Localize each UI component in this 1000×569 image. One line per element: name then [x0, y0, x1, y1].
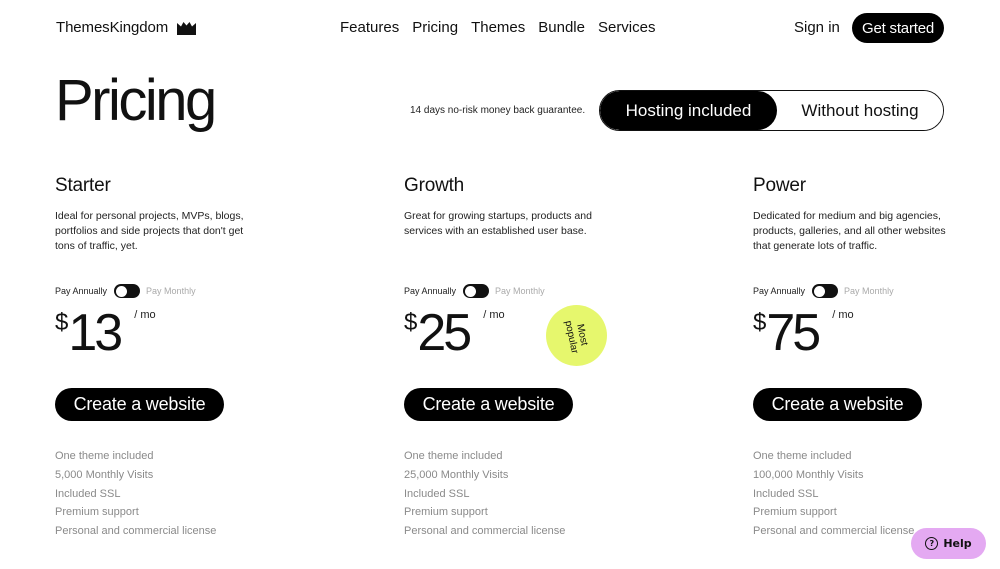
- feature-item: Included SSL: [55, 487, 121, 500]
- pay-monthly-label[interactable]: Pay Monthly: [146, 286, 196, 296]
- plan-card-growth: Growth Great for growing startups, produ…: [404, 175, 664, 537]
- price-period: / mo: [134, 309, 156, 321]
- get-started-button[interactable]: Get started: [852, 13, 944, 43]
- brand-logo[interactable]: ThemesKingdom: [56, 19, 197, 36]
- price-period: / mo: [832, 309, 854, 321]
- page-title: Pricing: [55, 68, 217, 133]
- feature-item: Premium support: [404, 506, 488, 519]
- switch-knob: [813, 285, 825, 297]
- nav-themes[interactable]: Themes: [471, 19, 525, 36]
- feature-item: Personal and commercial license: [55, 525, 217, 538]
- hosting-toggle: Hosting included Without hosting: [599, 90, 944, 131]
- plan-description: Great for growing startups, products and…: [404, 210, 592, 237]
- price: $ 25 / mo: [404, 305, 505, 361]
- currency-symbol: $: [753, 309, 767, 336]
- plan-description: Dedicated for medium and big agencies, p…: [753, 210, 946, 252]
- price-amount: 25: [417, 304, 472, 362]
- feature-item: Premium support: [55, 506, 139, 519]
- price: $ 75 / mo: [753, 305, 854, 361]
- price: $ 13 / mo: [55, 305, 156, 361]
- nav-services[interactable]: Services: [598, 19, 656, 36]
- plan-name: Growth: [404, 175, 465, 196]
- help-label: Help: [943, 537, 972, 550]
- currency-symbol: $: [55, 309, 69, 336]
- feature-item: 25,000 Monthly Visits: [404, 468, 509, 481]
- pay-monthly-label[interactable]: Pay Monthly: [495, 286, 545, 296]
- feature-item: Premium support: [753, 506, 837, 519]
- billing-toggle: Pay Annually Pay Monthly: [753, 284, 894, 298]
- plan-name: Power: [753, 175, 806, 196]
- create-website-button[interactable]: Create a website: [404, 388, 573, 421]
- billing-switch[interactable]: [812, 284, 839, 298]
- without-hosting-option[interactable]: Without hosting: [777, 91, 943, 130]
- create-website-button[interactable]: Create a website: [753, 388, 922, 421]
- pay-annually-label[interactable]: Pay Annually: [753, 286, 805, 296]
- hosting-included-option[interactable]: Hosting included: [600, 91, 777, 130]
- pay-annually-label[interactable]: Pay Annually: [55, 286, 107, 296]
- guarantee-text: 14 days no-risk money back guarantee.: [410, 105, 586, 116]
- pay-annually-label[interactable]: Pay Annually: [404, 286, 456, 296]
- question-circle-icon: ?: [925, 537, 939, 550]
- plan-name: Starter: [55, 175, 111, 196]
- sign-in-link[interactable]: Sign in: [794, 19, 840, 36]
- feature-item: Included SSL: [404, 487, 470, 500]
- feature-item: Included SSL: [753, 487, 819, 500]
- billing-toggle: Pay Annually Pay Monthly: [404, 284, 545, 298]
- billing-switch[interactable]: [463, 284, 490, 298]
- feature-item: One theme included: [404, 450, 503, 462]
- most-popular-badge: Most popular: [546, 305, 607, 366]
- help-button[interactable]: ? Help: [911, 528, 986, 559]
- price-amount: 75: [766, 304, 821, 362]
- feature-item: Personal and commercial license: [753, 525, 915, 538]
- nav-features[interactable]: Features: [340, 19, 399, 36]
- nav-pricing[interactable]: Pricing: [412, 19, 458, 36]
- main-nav: Features Pricing Themes Bundle Services: [340, 19, 656, 36]
- plan-card-starter: Starter Ideal for personal projects, MVP…: [55, 175, 315, 537]
- switch-knob: [464, 285, 476, 297]
- brand-name: ThemesKingdom: [56, 19, 169, 36]
- feature-item: 5,000 Monthly Visits: [55, 468, 154, 481]
- feature-list: One theme included 100,000 Monthly Visit…: [753, 447, 914, 541]
- price-period: / mo: [483, 309, 505, 321]
- badge-label: Most popular: [562, 319, 590, 355]
- plan-card-power: Power Dedicated for medium and big agenc…: [753, 175, 1000, 537]
- switch-knob: [115, 285, 127, 297]
- billing-toggle: Pay Annually Pay Monthly: [55, 284, 196, 298]
- feature-item: One theme included: [753, 450, 852, 462]
- currency-symbol: $: [404, 309, 418, 336]
- create-website-button[interactable]: Create a website: [55, 388, 224, 421]
- price-amount: 13: [68, 304, 123, 362]
- billing-switch[interactable]: [114, 284, 141, 298]
- feature-item: 100,000 Monthly Visits: [753, 468, 864, 481]
- feature-item: Personal and commercial license: [404, 525, 566, 538]
- feature-list: One theme included 25,000 Monthly Visits…: [404, 447, 565, 541]
- feature-list: One theme included 5,000 Monthly Visits …: [55, 447, 216, 541]
- plan-description: Ideal for personal projects, MVPs, blogs…: [55, 210, 244, 252]
- crown-icon: [177, 21, 197, 35]
- feature-item: One theme included: [55, 450, 154, 462]
- pay-monthly-label[interactable]: Pay Monthly: [844, 286, 894, 296]
- nav-bundle[interactable]: Bundle: [538, 19, 585, 36]
